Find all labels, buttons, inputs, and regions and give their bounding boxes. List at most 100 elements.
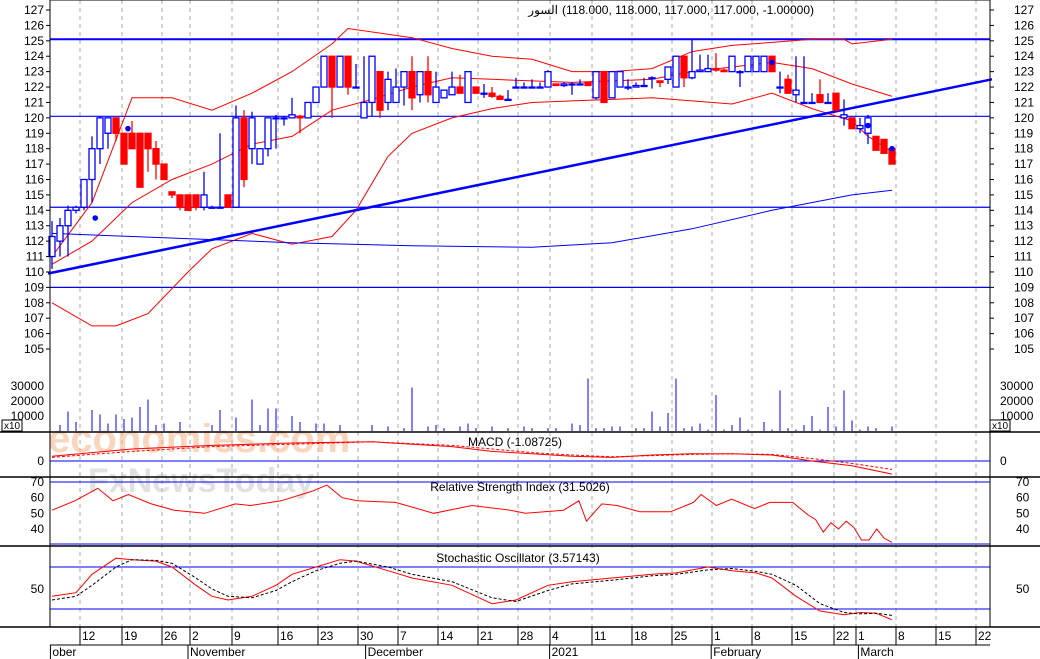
candle-body: [400, 70, 408, 88]
candle-body: [80, 178, 88, 208]
y-tick-label-left: 121: [24, 95, 44, 109]
x-tick-label: 16: [280, 629, 294, 643]
candle-body: [592, 70, 600, 99]
y-tick-label-left: 123: [24, 65, 44, 79]
watermark-fxnewstoday: FxNewsToday: [88, 462, 314, 500]
candle-body: [160, 163, 168, 181]
x-tick-label: 9: [234, 629, 241, 643]
y-tick-label-left: 114: [25, 203, 44, 217]
candle-body: [808, 101, 816, 105]
candle-body: [600, 70, 608, 104]
candle-body: [440, 89, 448, 99]
y-tick-label-left: 126: [24, 18, 44, 32]
candle-body: [840, 114, 848, 119]
x-tick-label: 22: [978, 629, 992, 643]
candle-body: [64, 209, 72, 227]
stochastic-tick-label: 50: [31, 582, 45, 596]
candle-body: [248, 117, 256, 150]
candle-body: [696, 69, 704, 73]
candle-body: [168, 191, 176, 196]
y-tick-label-left: 119: [25, 126, 44, 140]
candle-body: [624, 86, 632, 89]
y-tick-label-left: 118: [25, 142, 44, 156]
x-tick-label: 18: [634, 629, 648, 643]
candle-body: [848, 117, 856, 130]
candle-body: [504, 98, 512, 102]
candle-body: [744, 55, 752, 73]
candle-body: [296, 115, 304, 119]
candle-body: [736, 70, 744, 74]
x-tick-label: 21: [480, 629, 494, 643]
candle-body: [304, 101, 312, 119]
candle-body: [256, 148, 264, 165]
candle-body: [640, 84, 648, 88]
candle-body: [88, 148, 96, 181]
month-label: ober: [52, 645, 76, 659]
y-tick-label-right: 107: [1014, 311, 1034, 325]
candle-body: [328, 55, 336, 88]
x-tick-label: 12: [82, 629, 96, 643]
candle-body: [616, 70, 624, 88]
y-tick-label-right: 108: [1014, 296, 1034, 310]
y-tick-label-right: 114: [1014, 203, 1033, 217]
y-tick-label-right: 117: [1014, 157, 1033, 171]
y-tick-label-left: 115: [25, 188, 44, 202]
candle-body: [784, 78, 792, 94]
candle-body: [448, 86, 456, 96]
y-tick-label-left: 110: [25, 265, 44, 279]
y-tick-label-left: 106: [24, 327, 44, 341]
month-label: November: [190, 645, 245, 659]
y-tick-label-left: 122: [24, 80, 44, 94]
month-label: 2021: [552, 645, 579, 659]
x-tick-label: 11: [594, 629, 607, 643]
candle-body: [360, 101, 368, 119]
rsi-tick-label-left: 60: [31, 491, 45, 505]
rsi-tick-label-right: 50: [1016, 506, 1030, 520]
candle-body: [688, 70, 696, 79]
y-tick-label-right: 105: [1014, 342, 1034, 356]
x-tick-label: 25: [674, 629, 688, 643]
y-tick-label-left: 111: [26, 250, 45, 264]
volume-tick-label-right: 20000: [1000, 394, 1034, 408]
candle-body: [560, 83, 568, 87]
signal-dot: [865, 122, 871, 129]
month-label: March: [860, 645, 893, 659]
candle-body: [128, 132, 136, 150]
candle-body: [488, 92, 496, 97]
rsi-tick-label-right: 60: [1016, 491, 1030, 505]
y-tick-label-right: 116: [1014, 173, 1033, 187]
x-tick-label: 2: [192, 629, 199, 643]
candle-body: [104, 117, 112, 134]
candle-body: [800, 101, 808, 105]
y-tick-label-right: 110: [1014, 265, 1033, 279]
candle-body: [120, 132, 128, 165]
volume-tick-label-left: 30000: [11, 379, 45, 393]
candle-body: [432, 86, 440, 104]
candle-body: [200, 194, 208, 208]
stochastic-panel: [50, 557, 990, 621]
x-tick-label: 8: [898, 629, 905, 643]
y-tick-label-right: 106: [1014, 327, 1034, 341]
candle-body: [368, 55, 376, 104]
y-tick-label-right: 126: [1014, 18, 1034, 32]
chart-title-symbol: السور: [527, 3, 558, 17]
candle-body: [96, 117, 104, 150]
signal-dot: [92, 215, 98, 221]
candle-body: [352, 86, 360, 89]
candle-body: [472, 86, 480, 94]
candle-body: [312, 86, 320, 104]
y-tick-label-left: 127: [24, 3, 44, 17]
y-tick-label-left: 117: [25, 157, 44, 171]
candle-body: [56, 225, 64, 242]
x-tick-label: 14: [440, 629, 454, 643]
plot-frame: [49, 0, 991, 628]
candle-body: [512, 86, 520, 89]
volume-tick-label-left: 20000: [11, 394, 45, 408]
candle-body: [424, 70, 432, 96]
candle-body: [728, 55, 736, 73]
candle-body: [264, 117, 272, 150]
x-tick-label: 15: [938, 629, 952, 643]
candle-body: [528, 86, 536, 89]
x-tick-label: 1: [714, 629, 721, 643]
stochastic-d-line: [51, 559, 893, 616]
